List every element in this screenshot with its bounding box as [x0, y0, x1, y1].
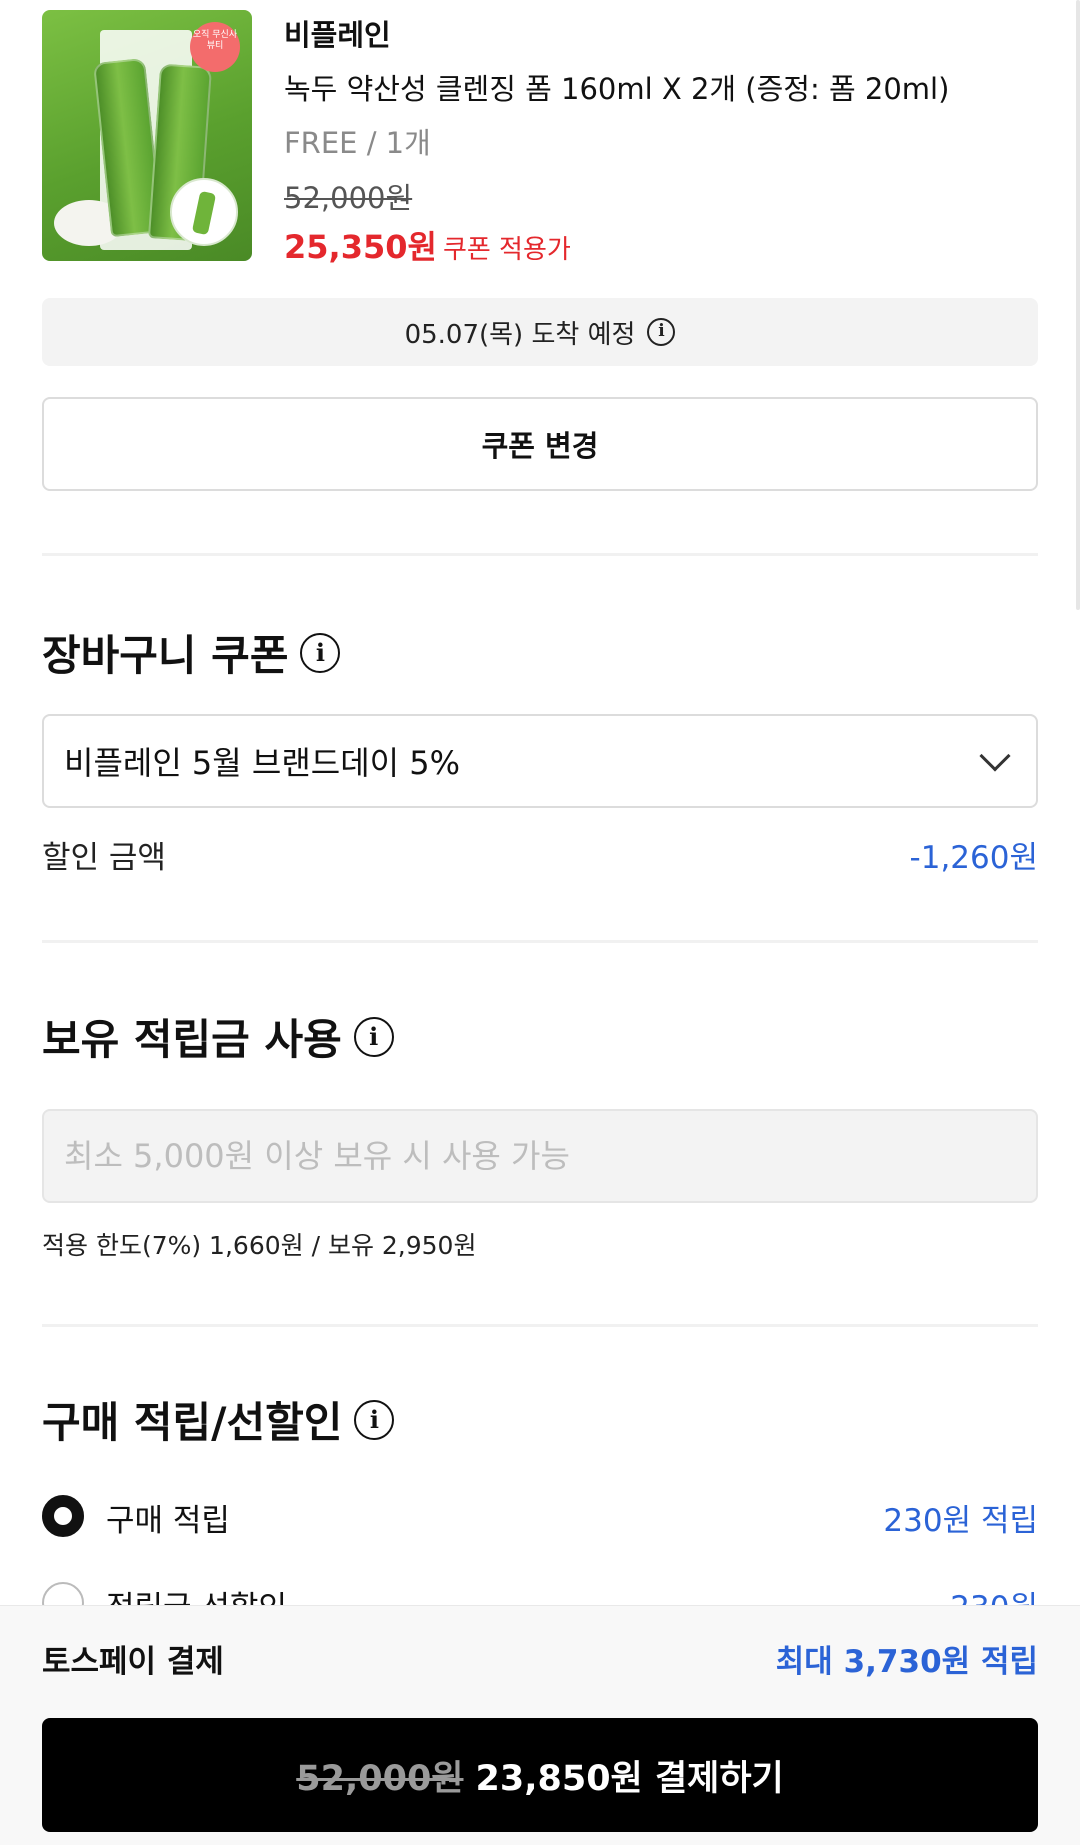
info-icon[interactable]: i	[647, 318, 676, 346]
scrollbar[interactable]	[1076, 0, 1080, 610]
image-badge: 오직 무신사 뷰티	[190, 22, 240, 72]
discount-label: 할인 금액	[42, 840, 166, 876]
coupon-change-button[interactable]: 쿠폰 변경	[42, 397, 1038, 491]
product-sale-price: 25,350원	[284, 228, 437, 266]
pay-original-total: 52,000원	[296, 1758, 464, 1799]
discount-value: -1,260원	[909, 840, 1038, 876]
payment-footer: 토스페이 결제 최대 3,730원 적립 52,000원 23,850원 결제하…	[0, 1605, 1080, 1845]
points-title-text: 보유 적립금 사용	[42, 1015, 342, 1064]
divider	[42, 940, 1038, 943]
product-name[interactable]: 녹두 약산성 클렌징 폼 160ml X 2개 (증정: 폼 20ml)	[284, 66, 949, 108]
checkout-page: 오직 무신사 뷰티 비플레인 녹두 약산성 클렌징 폼 160ml X 2개 (…	[0, 0, 1080, 1845]
cart-coupon-select[interactable]: 비플레인 5월 브랜드데이 5%	[42, 714, 1038, 808]
radio-selected[interactable]	[42, 1495, 84, 1537]
points-title: 보유 적립금 사용 i	[42, 1006, 394, 1067]
cart-coupon-selected: 비플레인 5월 브랜드데이 5%	[64, 744, 461, 782]
image-gift-thumb	[170, 178, 238, 246]
product-card: 오직 무신사 뷰티 비플레인 녹두 약산성 클렌징 폼 160ml X 2개 (…	[42, 10, 1042, 266]
reward-option-label: 구매 적립	[106, 1503, 230, 1539]
purchase-reward-title: 구매 적립/선할인 i	[42, 1389, 395, 1450]
product-image[interactable]: 오직 무신사 뷰티	[42, 10, 252, 261]
product-sale-note: 쿠폰 적용가	[442, 235, 571, 265]
arrival-estimate: 05.07(목) 도착 예정 i	[42, 298, 1038, 366]
cart-coupon-title: 장바구니 쿠폰 i	[42, 622, 341, 683]
max-reward: 최대 3,730원 적립	[775, 1644, 1038, 1680]
divider	[42, 1324, 1038, 1327]
arrival-text: 05.07(목) 도착 예정	[404, 319, 636, 350]
pay-button[interactable]: 52,000원 23,850원 결제하기	[42, 1718, 1038, 1832]
product-original-price: 52,000원	[284, 181, 413, 215]
purchase-reward-title-text: 구매 적립/선할인	[42, 1398, 343, 1447]
product-brand[interactable]: 비플레인	[284, 12, 391, 54]
chevron-down-icon	[979, 740, 1011, 772]
reward-option-value: 230원 적립	[883, 1503, 1038, 1539]
info-icon[interactable]: i	[354, 1399, 395, 1440]
info-icon[interactable]: i	[353, 1016, 394, 1057]
product-option: FREE / 1개	[284, 126, 431, 160]
points-input[interactable]	[42, 1109, 1038, 1203]
cart-coupon-title-text: 장바구니 쿠폰	[42, 631, 289, 680]
points-limit-text: 적용 한도(7%) 1,660원 / 보유 2,950원	[42, 1231, 477, 1260]
reward-option-earn[interactable]: 구매 적립 230원 적립	[42, 1491, 1038, 1541]
product-sale-row: 25,350원 쿠폰 적용가	[284, 222, 571, 268]
pay-button-label: 23,850원 결제하기	[475, 1758, 784, 1799]
divider	[42, 553, 1038, 556]
info-icon[interactable]: i	[300, 632, 341, 673]
payment-method[interactable]: 토스페이 결제	[42, 1636, 224, 1681]
